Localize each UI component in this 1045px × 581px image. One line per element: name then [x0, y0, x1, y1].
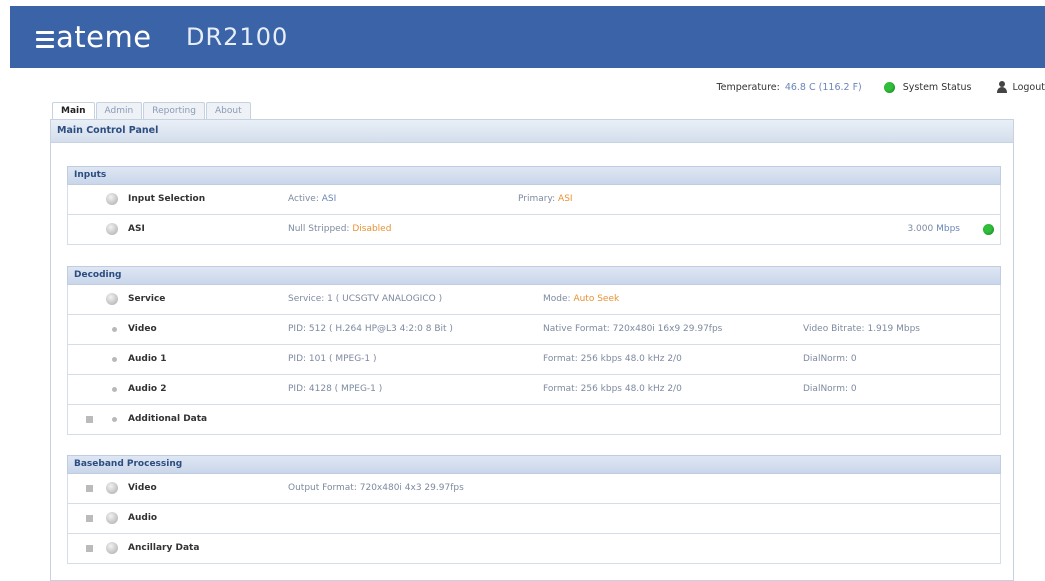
format-field: Format: 256 kbps 48.0 kHz 2/0 [543, 354, 682, 364]
baseband-audio-row[interactable]: Audio [67, 504, 1001, 534]
pid-field: PID: 4128 ( MPEG-1 ) [288, 384, 383, 394]
asi-row[interactable]: ASI Null Stripped: Disabled 3.000 Mbps [67, 215, 1001, 245]
logout-link[interactable]: Logout [1012, 82, 1045, 93]
primary-field: Primary: ASI [518, 194, 573, 204]
status-indicator-icon [106, 504, 120, 533]
null-stripped-field: Null Stripped: Disabled [288, 224, 392, 234]
video-row[interactable]: Video PID: 512 ( H.264 HP@L3 4:2:0 8 Bit… [67, 315, 1001, 345]
native-format-field: Native Format: 720x480i 16x9 29.97fps [543, 324, 723, 334]
mode-field: Mode: Auto Seek [543, 294, 620, 304]
input-selection-row[interactable]: Input Selection Active: ASI Primary: ASI [67, 185, 1001, 215]
dialnorm-field: DialNorm: 0 [803, 384, 857, 394]
baseband-header: Baseband Processing [67, 455, 1001, 474]
status-indicator-icon [106, 534, 120, 563]
expand-icon[interactable] [86, 474, 94, 503]
user-logout-icon[interactable] [996, 81, 1008, 93]
video-bitrate-field: Video Bitrate: 1.919 Mbps [803, 324, 920, 334]
inputs-header: Inputs [67, 166, 1001, 185]
status-indicator-icon [106, 285, 120, 314]
status-indicator-icon [106, 474, 120, 503]
logo-text: ateme [56, 20, 152, 54]
row-name: Video [128, 483, 157, 493]
asi-lock-status-icon [983, 215, 994, 244]
dialnorm-field: DialNorm: 0 [803, 354, 857, 364]
inputs-section: Inputs Input Selection Active: ASI Prima… [67, 166, 1001, 245]
product-name: DR2100 [186, 23, 289, 51]
active-field: Active: ASI [288, 194, 337, 204]
tab-admin[interactable]: Admin [95, 102, 143, 119]
bullet-icon [112, 375, 120, 404]
expand-icon[interactable] [86, 504, 94, 533]
ancillary-data-row[interactable]: Ancillary Data [67, 534, 1001, 564]
row-name: Additional Data [128, 414, 208, 424]
additional-data-row[interactable]: Additional Data [67, 405, 1001, 435]
bullet-icon [112, 405, 120, 434]
panel-title: Main Control Panel [51, 120, 1013, 143]
row-name: Input Selection [128, 194, 206, 204]
row-name: Audio 1 [128, 354, 167, 364]
logo-lines-icon [36, 27, 54, 52]
service-field: Service: 1 ( UCSGTV ANALOGICO ) [288, 294, 443, 304]
pid-field: PID: 512 ( H.264 HP@L3 4:2:0 8 Bit ) [288, 324, 453, 334]
temperature-label: Temperature: [716, 81, 780, 93]
header-banner: ateme DR2100 [10, 6, 1045, 68]
output-format-field: Output Format: 720x480i 4x3 29.97fps [288, 483, 464, 493]
main-control-panel: Main Control Panel Inputs Input Selectio… [50, 119, 1014, 581]
decoding-header: Decoding [67, 266, 1001, 285]
row-name: Ancillary Data [128, 543, 200, 553]
expand-icon[interactable] [86, 405, 94, 434]
tab-about[interactable]: About [205, 102, 251, 119]
row-name: Service [128, 294, 166, 304]
pid-field: PID: 101 ( MPEG-1 ) [288, 354, 377, 364]
baseband-video-row[interactable]: Video Output Format: 720x480i 4x3 29.97f… [67, 474, 1001, 504]
bullet-icon [112, 345, 120, 374]
ateme-logo: ateme [36, 20, 152, 54]
bullet-icon [112, 315, 120, 344]
row-name: Audio 2 [128, 384, 167, 394]
system-status-link[interactable]: System Status [903, 82, 972, 93]
asi-bitrate: 3.000 Mbps [907, 224, 960, 234]
audio-2-row[interactable]: Audio 2 PID: 4128 ( MPEG-1 ) Format: 256… [67, 375, 1001, 405]
row-name: ASI [128, 224, 145, 234]
temperature-value: 46.8 C (116.2 F) [784, 81, 862, 93]
decoding-section: Decoding Service Service: 1 ( UCSGTV ANA… [67, 266, 1001, 435]
audio-1-row[interactable]: Audio 1 PID: 101 ( MPEG-1 ) Format: 256 … [67, 345, 1001, 375]
status-bar: Temperature: 46.8 C (116.2 F) System Sta… [716, 78, 1045, 96]
system-status-icon[interactable] [883, 81, 895, 93]
tab-reporting[interactable]: Reporting [143, 102, 205, 119]
row-name: Audio [128, 513, 158, 523]
format-field: Format: 256 kbps 48.0 kHz 2/0 [543, 384, 682, 394]
row-name: Video [128, 324, 157, 334]
expand-icon[interactable] [86, 534, 94, 563]
baseband-section: Baseband Processing Video Output Format:… [67, 455, 1001, 564]
main-tabs: Main Admin Reporting About [52, 102, 252, 121]
status-indicator-icon [106, 215, 120, 244]
service-row[interactable]: Service Service: 1 ( UCSGTV ANALOGICO ) … [67, 285, 1001, 315]
status-indicator-icon [106, 185, 120, 214]
